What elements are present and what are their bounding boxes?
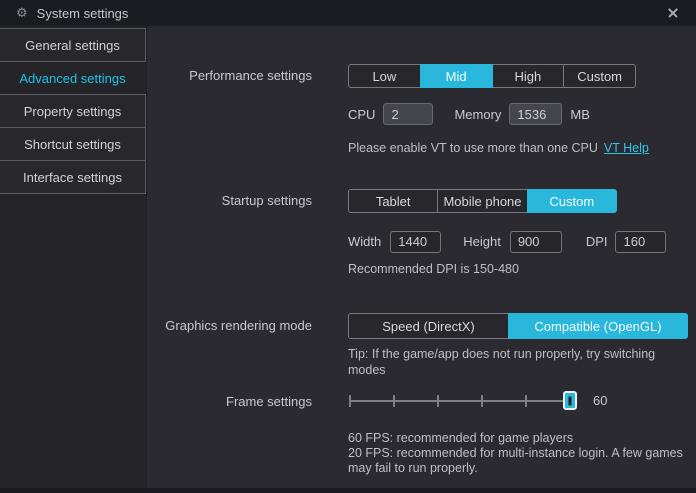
memory-field[interactable] xyxy=(509,103,562,125)
window-title: System settings xyxy=(37,6,129,21)
frame-settings-label: Frame settings xyxy=(122,394,312,410)
width-label: Width xyxy=(348,234,381,249)
fps-note-line-20: 20 FPS: recommended for multi-instance l… xyxy=(348,446,696,476)
dpi-field[interactable] xyxy=(615,231,666,253)
startup-tablet-button[interactable]: Tablet xyxy=(348,189,438,213)
fps-slider-handle[interactable] xyxy=(563,391,577,410)
cpu-field[interactable] xyxy=(383,103,433,125)
performance-mid-button[interactable]: Mid xyxy=(420,64,493,88)
fps-slider-tick xyxy=(437,395,439,407)
startup-settings-label: Startup settings xyxy=(122,193,312,209)
fps-note: 60 FPS: recommended for game players 20 … xyxy=(348,431,696,476)
graphics-mode-group: Speed (DirectX) Compatible (OpenGL) xyxy=(348,313,688,339)
graphics-rendering-mode-label: Graphics rendering mode xyxy=(122,318,312,334)
fps-slider-tick xyxy=(481,395,483,407)
cpu-memory-row: CPU Memory MB xyxy=(348,103,590,125)
sidebar-item-property-settings[interactable]: Property settings xyxy=(0,94,146,128)
settings-sidebar: General settings Advanced settings Prope… xyxy=(0,26,147,488)
graphics-speed-directx-button[interactable]: Speed (DirectX) xyxy=(348,313,509,339)
startup-mode-group: Tablet Mobile phone Custom xyxy=(348,189,617,213)
vt-help-link[interactable]: VT Help xyxy=(604,141,649,155)
window-bottom-edge xyxy=(0,488,696,493)
performance-preset-group: Low Mid High Custom xyxy=(348,64,636,88)
system-settings-window: ⚙ System settings General settings Advan… xyxy=(0,0,696,493)
width-field[interactable] xyxy=(390,231,441,253)
titlebar: ⚙ System settings xyxy=(0,0,696,26)
cpu-label: CPU xyxy=(348,107,375,122)
fps-value: 60 xyxy=(593,393,607,408)
fps-slider-track[interactable] xyxy=(350,400,570,402)
height-label: Height xyxy=(463,234,501,249)
fps-slider-handle-slot xyxy=(569,396,572,405)
sidebar-item-interface-settings[interactable]: Interface settings xyxy=(0,160,146,194)
vt-note-text: Please enable VT to use more than one CP… xyxy=(348,141,598,155)
resolution-row: Width Height DPI xyxy=(348,230,666,253)
dpi-recommendation-note: Recommended DPI is 150-480 xyxy=(348,261,519,277)
startup-custom-button[interactable]: Custom xyxy=(527,189,617,213)
fps-slider-tick xyxy=(393,395,395,407)
sidebar-item-general-settings[interactable]: General settings xyxy=(0,28,146,62)
memory-label: Memory xyxy=(454,107,501,122)
dpi-label: DPI xyxy=(586,234,608,249)
performance-custom-button[interactable]: Custom xyxy=(563,64,636,88)
close-icon[interactable] xyxy=(662,3,684,23)
performance-low-button[interactable]: Low xyxy=(348,64,421,88)
startup-mobile-phone-button[interactable]: Mobile phone xyxy=(437,189,527,213)
performance-settings-label: Performance settings xyxy=(122,68,312,84)
performance-high-button[interactable]: High xyxy=(492,64,565,88)
fps-note-line-60: 60 FPS: recommended for game players xyxy=(348,431,696,446)
graphics-compatible-opengl-button[interactable]: Compatible (OpenGL) xyxy=(508,313,688,339)
vt-note: Please enable VT to use more than one CP… xyxy=(348,140,649,156)
graphics-tip-note: Tip: If the game/app does not run proper… xyxy=(348,346,684,378)
height-field[interactable] xyxy=(510,231,562,253)
fps-slider[interactable]: 60 xyxy=(348,390,598,412)
fps-slider-tick xyxy=(525,395,527,407)
sidebar-item-shortcut-settings[interactable]: Shortcut settings xyxy=(0,127,146,161)
fps-slider-tick xyxy=(349,395,351,407)
gear-icon: ⚙ xyxy=(16,7,28,20)
memory-unit-label: MB xyxy=(570,107,590,122)
